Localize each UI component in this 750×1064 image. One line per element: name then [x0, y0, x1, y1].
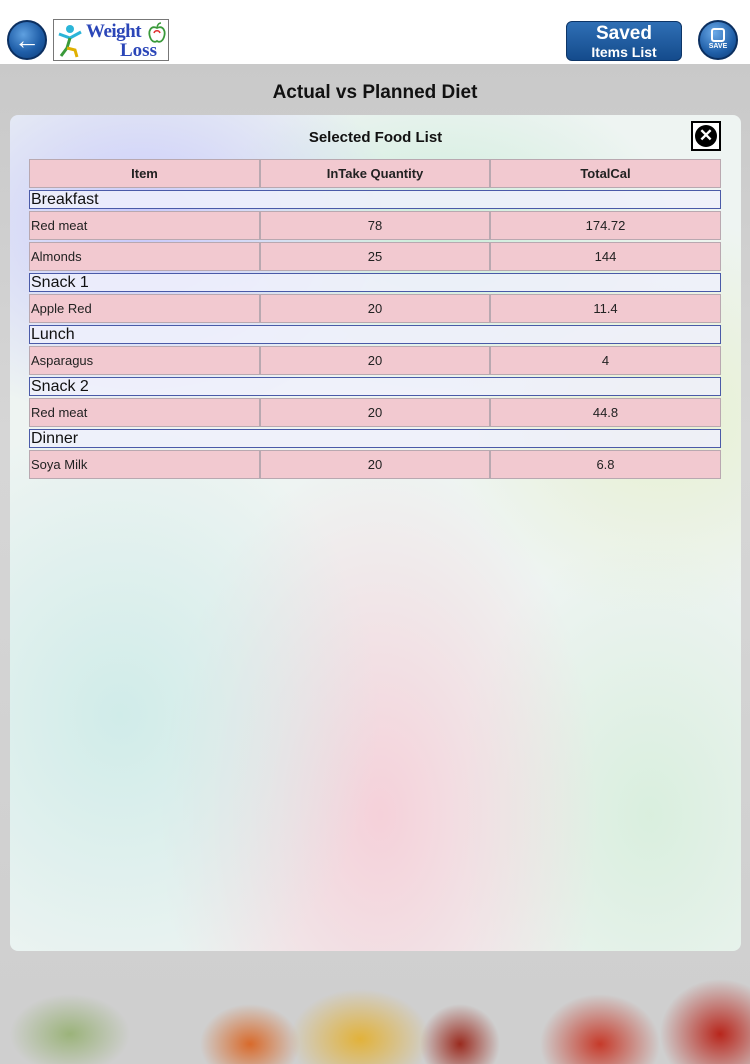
item-cell: Apple Red — [29, 294, 260, 323]
back-button[interactable]: ← — [7, 20, 47, 60]
table-header: Item InTake Quantity TotalCal — [29, 159, 721, 188]
floppy-disk-icon — [711, 28, 725, 42]
page-title: Actual vs Planned Diet — [272, 82, 478, 103]
item-cell: Soya Milk — [29, 450, 260, 479]
item-cell: Almonds — [29, 242, 260, 271]
calories-cell: 144 — [490, 242, 721, 271]
calories-cell: 44.8 — [490, 398, 721, 427]
item-cell: Red meat — [29, 398, 260, 427]
quantity-cell: 25 — [260, 242, 490, 271]
saved-button-line2: Items List — [591, 44, 657, 60]
section-header-lunch: Lunch — [29, 325, 721, 344]
person-figure-icon — [58, 25, 82, 58]
popup-title: Selected Food List — [308, 129, 443, 146]
section-header-snack-2: Snack 2 — [29, 377, 721, 396]
section-header-snack-1: Snack 1 — [29, 273, 721, 292]
calories-cell: 6.8 — [490, 450, 721, 479]
quantity-cell: 20 — [260, 398, 490, 427]
top-bar: ← Weight Loss Saved Items List SAVE — [0, 0, 750, 64]
food-table: Item InTake Quantity TotalCal Breakfast … — [29, 159, 721, 479]
selected-food-list-popup: Selected Food List ✕ Item InTake Quantit… — [10, 115, 741, 951]
column-header-item: Item — [29, 159, 260, 188]
calories-cell: 11.4 — [490, 294, 721, 323]
quantity-cell: 20 — [260, 450, 490, 479]
quantity-cell: 20 — [260, 346, 490, 375]
saved-button-line1: Saved — [596, 23, 652, 44]
item-cell: Red meat — [29, 211, 260, 240]
apple-icon — [148, 22, 166, 43]
app-logo: Weight Loss — [53, 19, 169, 61]
table-row[interactable]: Red meat 20 44.8 — [29, 398, 721, 427]
table-row[interactable]: Red meat 78 174.72 — [29, 211, 721, 240]
save-button[interactable]: SAVE — [698, 20, 738, 60]
calories-cell: 4 — [490, 346, 721, 375]
quantity-cell: 78 — [260, 211, 490, 240]
section-header-breakfast: Breakfast — [29, 190, 721, 209]
close-button[interactable]: ✕ — [691, 121, 721, 151]
table-row[interactable]: Almonds 25 144 — [29, 242, 721, 271]
column-header-totalcal: TotalCal — [490, 159, 721, 188]
quantity-cell: 20 — [260, 294, 490, 323]
arrow-left-icon: ← — [14, 25, 40, 55]
table-row[interactable]: Soya Milk 20 6.8 — [29, 450, 721, 479]
close-icon: ✕ — [695, 125, 717, 147]
save-button-label: SAVE — [708, 43, 728, 50]
column-header-intake-quantity: InTake Quantity — [260, 159, 490, 188]
calories-cell: 174.72 — [490, 211, 721, 240]
item-cell: Asparagus — [29, 346, 260, 375]
table-row[interactable]: Apple Red 20 11.4 — [29, 294, 721, 323]
section-header-dinner: Dinner — [29, 429, 721, 448]
saved-items-list-button[interactable]: Saved Items List — [566, 21, 682, 61]
table-row[interactable]: Asparagus 20 4 — [29, 346, 721, 375]
